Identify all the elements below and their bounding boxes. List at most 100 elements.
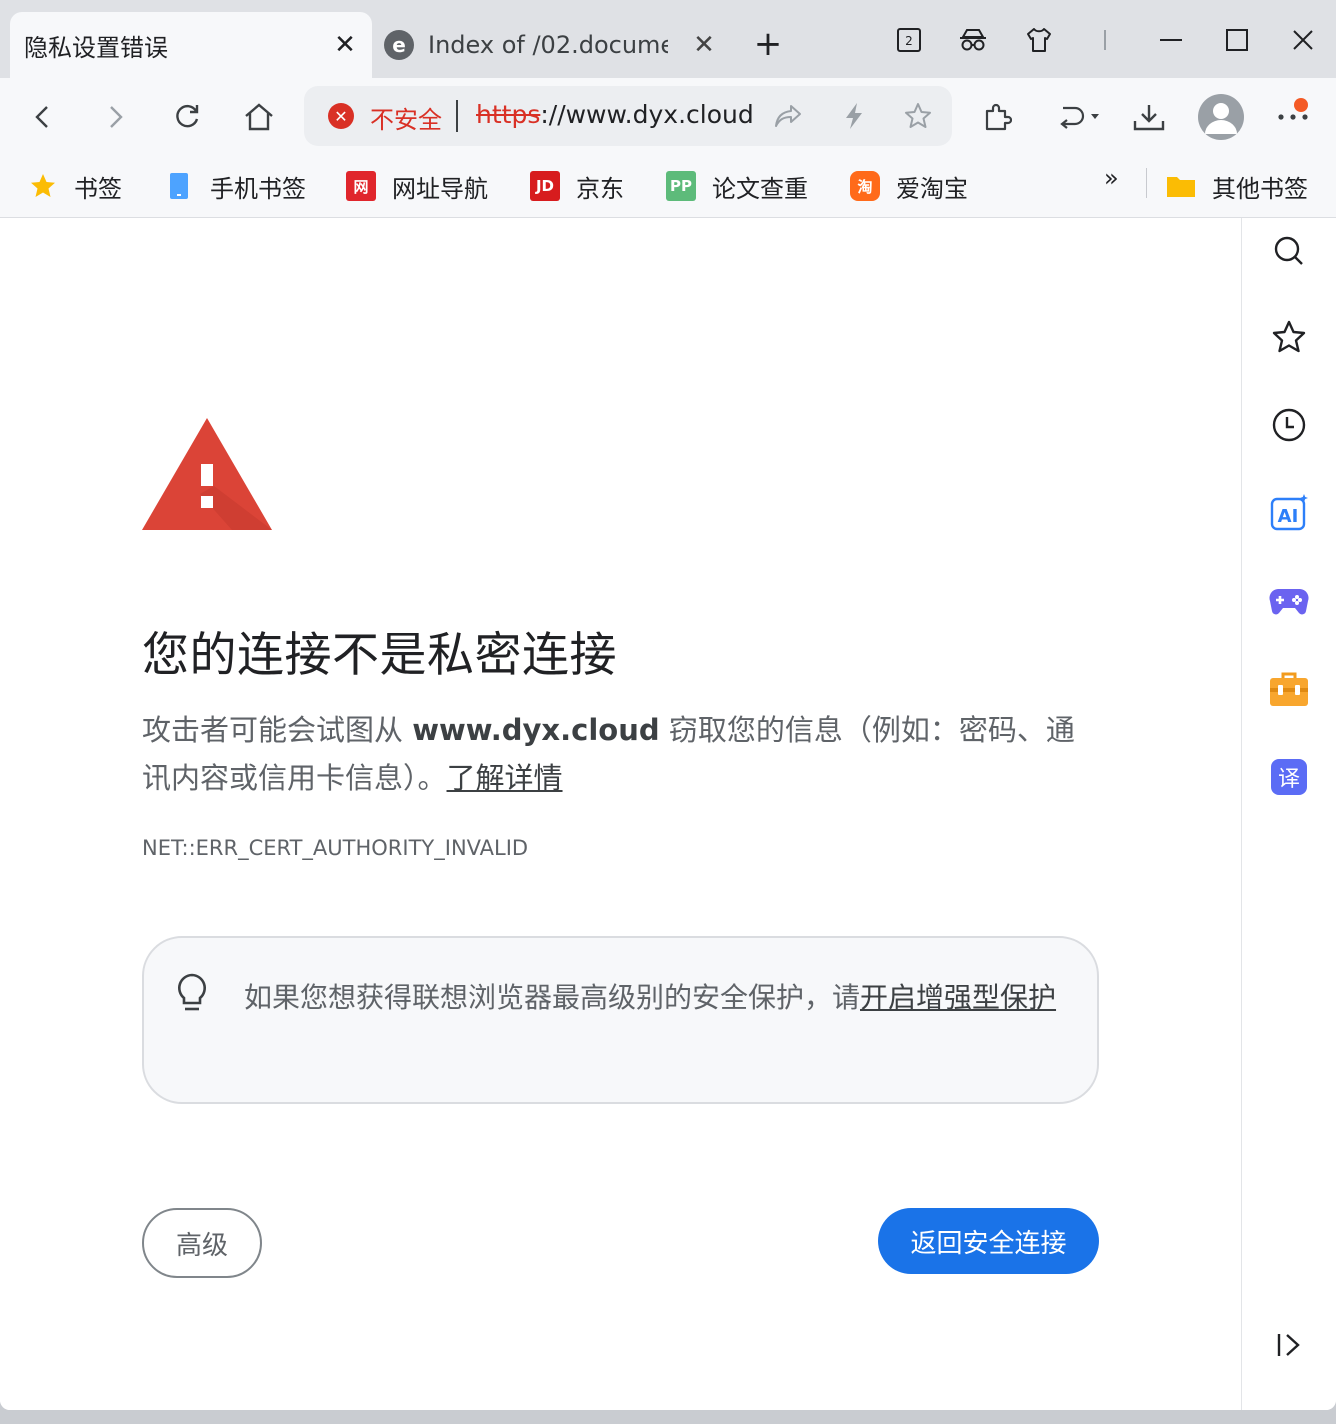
bookmarks-bar: 书签 手机书签 网 网址导航 JD 京东 PP 论文查重 淘 爱淘宝 (0, 156, 1336, 218)
bookmark-item[interactable]: 书签 (28, 166, 122, 206)
bookmark-item[interactable]: 手机书签 (164, 166, 306, 206)
enhanced-protection-tip: 如果您想获得联想浏览器最高级别的安全保护，请开启增强型保护 (142, 936, 1099, 1104)
url-host: ://www.dyx.cloud (540, 100, 754, 129)
undo-dropdown-icon (1060, 106, 1099, 129)
tab-count-button[interactable]: 2 (886, 20, 932, 60)
error-description: 攻击者可能会试图从 www.dyx.cloud 窃取您的信息（例如：密码、通讯内… (142, 706, 1102, 802)
incognito-icon (960, 29, 986, 51)
bookmarks-divider (1146, 168, 1147, 198)
collapse-panel-icon (1277, 1334, 1300, 1356)
sidebar-search-button[interactable] (1268, 230, 1310, 272)
incognito-button[interactable] (950, 20, 996, 60)
bookmark-label: 网址导航 (392, 174, 488, 203)
url-scheme: https (476, 100, 541, 129)
sidebar-ai-button[interactable]: AI (1268, 492, 1310, 534)
error-code[interactable]: NET::ERR_CERT_AUTHORITY_INVALID (142, 836, 528, 860)
back-button[interactable] (18, 92, 68, 142)
advanced-button[interactable]: 高级 (142, 1208, 262, 1278)
skin-button[interactable] (1016, 20, 1062, 60)
reload-button[interactable] (162, 92, 212, 142)
close-tab-icon[interactable]: ✕ (330, 30, 360, 60)
tab-index-documents[interactable]: e Index of /02.docume ✕ (380, 12, 725, 78)
back-arrow-icon (35, 106, 48, 128)
minimize-button[interactable] (1148, 20, 1194, 60)
interstitial-page: 您的连接不是私密连接 攻击者可能会试图从 www.dyx.cloud 窃取您的信… (0, 218, 1241, 1410)
tab-title: 隐私设置错误 (24, 33, 168, 62)
bookmark-label: 手机书签 (210, 174, 306, 203)
bookmark-label: 论文查重 (712, 174, 808, 203)
close-window-button[interactable] (1280, 20, 1326, 60)
close-icon (1293, 30, 1313, 50)
lightning-icon (846, 103, 862, 129)
enable-enhanced-protection-link[interactable]: 开启增强型保护 (860, 981, 1056, 1014)
more-menu-button[interactable] (1268, 92, 1318, 142)
profile-avatar[interactable] (1198, 94, 1244, 140)
maximize-icon (1226, 29, 1248, 51)
pp-icon: PP (666, 171, 696, 201)
jd-icon: JD (530, 171, 560, 201)
share-button[interactable] (768, 96, 808, 136)
browser-favicon-icon: e (384, 30, 414, 60)
back-to-safety-button[interactable]: 返回安全连接 (878, 1208, 1099, 1274)
tab-privacy-error[interactable]: 隐私设置错误 ✕ (10, 12, 372, 78)
home-button[interactable] (234, 92, 284, 142)
sidebar-favorites-button[interactable] (1268, 316, 1310, 358)
security-status-label[interactable]: 不安全 (370, 100, 442, 135)
bookmark-item[interactable]: 网 网址导航 (346, 166, 488, 206)
phone-icon (164, 171, 194, 201)
not-secure-icon[interactable]: ✕ (328, 103, 354, 129)
toolbox-icon (1270, 672, 1308, 706)
gamepad-icon (1269, 589, 1309, 615)
history-menu-button[interactable] (1050, 92, 1110, 142)
svg-text:AI: AI (1278, 506, 1299, 527)
download-icon (1133, 105, 1165, 131)
puzzle-icon (985, 103, 1012, 131)
collapse-sidebar-button[interactable] (1268, 1324, 1310, 1366)
omnibox-divider (456, 100, 458, 132)
bookmark-label: 京东 (576, 174, 624, 203)
svg-text:译: 译 (1278, 767, 1300, 792)
learn-more-link[interactable]: 了解详情 (447, 761, 563, 795)
bookmark-star-button[interactable] (898, 96, 938, 136)
ai-icon: AI (1270, 494, 1308, 531)
star-outline-icon (905, 103, 931, 128)
search-icon (1274, 236, 1303, 265)
toolbar-divider (1104, 30, 1106, 50)
translate-icon: 译 (1271, 759, 1307, 795)
sidebar-history-button[interactable] (1268, 404, 1310, 446)
tab-strip: 隐私设置错误 ✕ e Index of /02.docume ✕ + 2 (0, 0, 1336, 78)
speed-mode-button[interactable] (834, 96, 874, 136)
warning-triangle-icon (142, 418, 272, 530)
folder-icon (1166, 171, 1196, 201)
tab-title: Index of /02.docume (428, 31, 668, 59)
bookmark-item[interactable]: JD 京东 (530, 166, 624, 206)
tip-message: 如果您想获得联想浏览器最高级别的安全保护，请 (244, 981, 861, 1014)
bookmark-label: 书签 (74, 174, 122, 203)
minimize-icon (1160, 39, 1182, 41)
bookmark-item[interactable]: PP 论文查重 (666, 166, 808, 206)
home-icon (245, 103, 273, 131)
other-bookmarks-folder[interactable]: 其他书签 (1166, 166, 1308, 206)
url-text[interactable]: https://www.dyx.cloud (476, 100, 754, 129)
star-icon (28, 171, 58, 201)
more-dots-icon (1278, 114, 1308, 120)
user-icon (1205, 103, 1237, 134)
bookmark-label: 爱淘宝 (896, 174, 968, 203)
tip-text: 如果您想获得联想浏览器最高级别的安全保护，请开启增强型保护 (244, 974, 1074, 1022)
close-tab-icon[interactable]: ✕ (689, 30, 719, 60)
reload-icon (176, 104, 199, 128)
forward-button[interactable] (90, 92, 140, 142)
extensions-button[interactable] (972, 92, 1022, 142)
bookmark-label: 其他书签 (1212, 174, 1308, 203)
sidebar-toolbox-button[interactable] (1268, 668, 1310, 710)
sidebar-translate-button[interactable]: 译 (1268, 756, 1310, 798)
side-panel: AI 译 (1241, 218, 1336, 1410)
downloads-button[interactable] (1124, 92, 1174, 142)
sidebar-games-button[interactable] (1268, 580, 1310, 622)
new-tab-button[interactable]: + (748, 24, 788, 64)
share-icon (775, 105, 801, 127)
maximize-button[interactable] (1214, 20, 1260, 60)
address-bar[interactable]: ✕ 不安全 https://www.dyx.cloud (304, 86, 952, 146)
bookmarks-overflow-button[interactable]: » (1104, 164, 1119, 192)
bookmark-item[interactable]: 淘 爱淘宝 (850, 166, 968, 206)
